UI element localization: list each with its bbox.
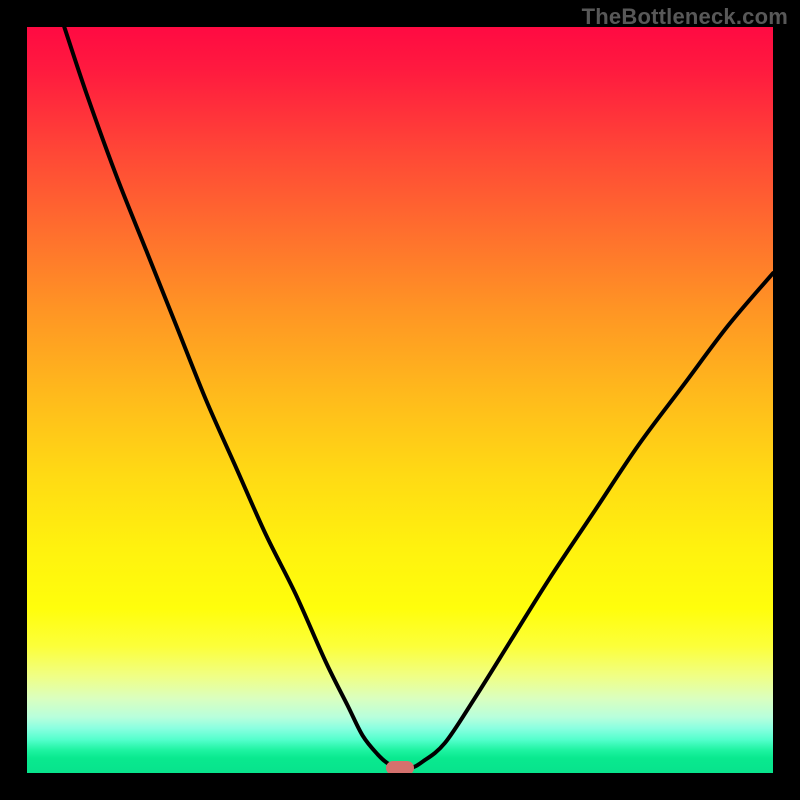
plot-area	[27, 27, 773, 773]
optimum-marker	[386, 761, 414, 773]
watermark-text: TheBottleneck.com	[582, 4, 788, 30]
chart-frame: TheBottleneck.com	[0, 0, 800, 800]
bottleneck-curve	[27, 27, 773, 773]
